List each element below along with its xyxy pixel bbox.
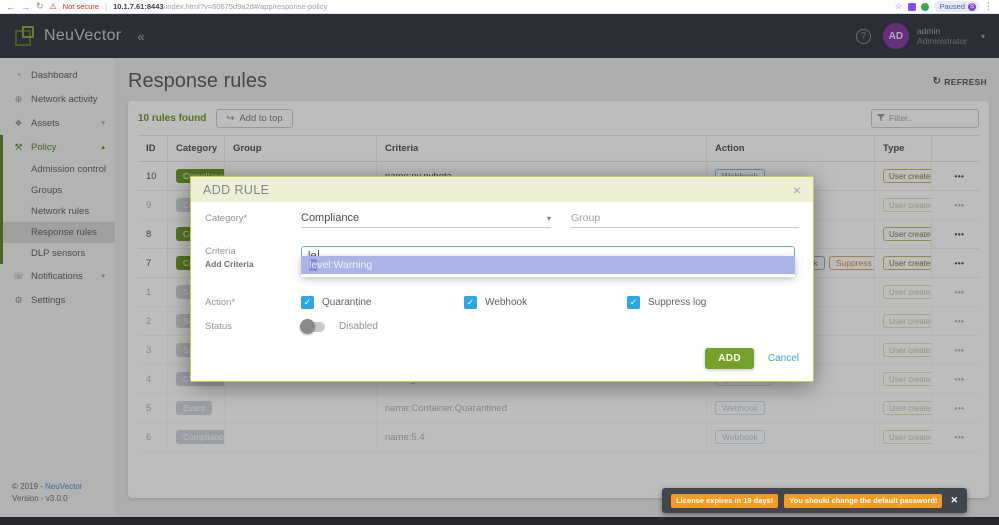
quarantine-checkbox[interactable]: ✓ Quarantine — [301, 296, 464, 309]
checkbox-label: Webhook — [485, 297, 528, 308]
autocomplete-dropdown: level:Warning — [301, 256, 795, 277]
cancel-button[interactable]: Cancel — [768, 353, 799, 364]
rest-text: vel:Warning — [317, 259, 373, 271]
action-label: Action* — [205, 297, 236, 308]
group-field[interactable]: Group — [571, 212, 799, 228]
category-label: Category* — [205, 213, 248, 224]
checkbox-label: Quarantine — [322, 297, 372, 308]
browser-menu-icon[interactable]: ⋮ — [984, 1, 993, 12]
extension-icon[interactable] — [920, 2, 929, 11]
checkbox-checked-icon: ✓ — [627, 296, 640, 309]
profile-paused-pill[interactable]: Paused S — [933, 1, 979, 12]
checkbox-label: Suppress log — [648, 297, 707, 308]
criteria-label: Criteria — [205, 246, 236, 257]
webhook-checkbox[interactable]: ✓ Webhook — [464, 296, 627, 309]
status-toggle[interactable] — [300, 318, 325, 334]
not-secure-label[interactable]: Not secure — [63, 2, 99, 11]
url-path: /index.html?v=60675d9a2d#/app/response-p… — [163, 2, 328, 11]
extension-icon[interactable] — [907, 2, 916, 11]
add-criteria-label: Add Criteria — [205, 259, 254, 269]
forward-icon[interactable]: → — [21, 2, 30, 12]
category-value: Compliance — [301, 212, 360, 224]
add-button[interactable]: ADD — [705, 348, 754, 369]
browser-toolbar: ← → ↻ ⚠ Not secure | 10.1.7.61:8443/inde… — [0, 0, 999, 14]
action-row: Action* ✓ Quarantine ✓ Webhook ✓ Suppres… — [205, 296, 799, 309]
toggle-knob — [300, 318, 315, 334]
category-group-row: Category* Compliance ▾ Group — [205, 212, 799, 228]
match-text: le — [309, 259, 318, 271]
browser-profile-avatar: S — [968, 2, 976, 11]
status-label: Status — [205, 321, 232, 332]
license-expiry-badge: License expires in 19 days! — [671, 493, 779, 508]
status-value: Disabled — [339, 321, 378, 332]
toast-close-icon[interactable]: ✕ — [950, 495, 958, 506]
autocomplete-option[interactable]: level:Warning — [301, 256, 795, 274]
modal-title: ADD RULE — [203, 182, 270, 197]
bookmark-star-icon[interactable]: ☆ — [894, 1, 902, 12]
add-rule-modal: ADD RULE × Category* Compliance ▾ Group … — [190, 176, 814, 382]
reload-icon[interactable]: ↻ — [36, 1, 44, 12]
window-bottom-edge — [0, 517, 999, 525]
not-secure-warning-icon[interactable]: ⚠ — [50, 2, 57, 11]
url-separator: | — [105, 2, 108, 11]
category-select[interactable]: Compliance ▾ — [301, 212, 551, 228]
chevron-down-icon: ▾ — [546, 213, 551, 223]
notification-toast: License expires in 19 days! You should c… — [662, 488, 967, 513]
checkbox-checked-icon: ✓ — [301, 296, 314, 309]
password-warning-badge: You should change the default password! — [784, 493, 943, 508]
paused-label: Paused — [939, 2, 965, 11]
address-bar[interactable]: 10.1.7.61:8443/index.html?v=60675d9a2d#/… — [113, 2, 888, 11]
url-host: 10.1.7.61:8443 — [113, 2, 164, 11]
screen: ← → ↻ ⚠ Not secure | 10.1.7.61:8443/inde… — [0, 0, 999, 525]
suppress-log-checkbox[interactable]: ✓ Suppress log — [627, 296, 790, 309]
close-icon[interactable]: × — [793, 183, 801, 197]
status-row: Status Disabled — [205, 318, 799, 334]
back-icon[interactable]: ← — [6, 2, 15, 12]
checkbox-checked-icon: ✓ — [464, 296, 477, 309]
